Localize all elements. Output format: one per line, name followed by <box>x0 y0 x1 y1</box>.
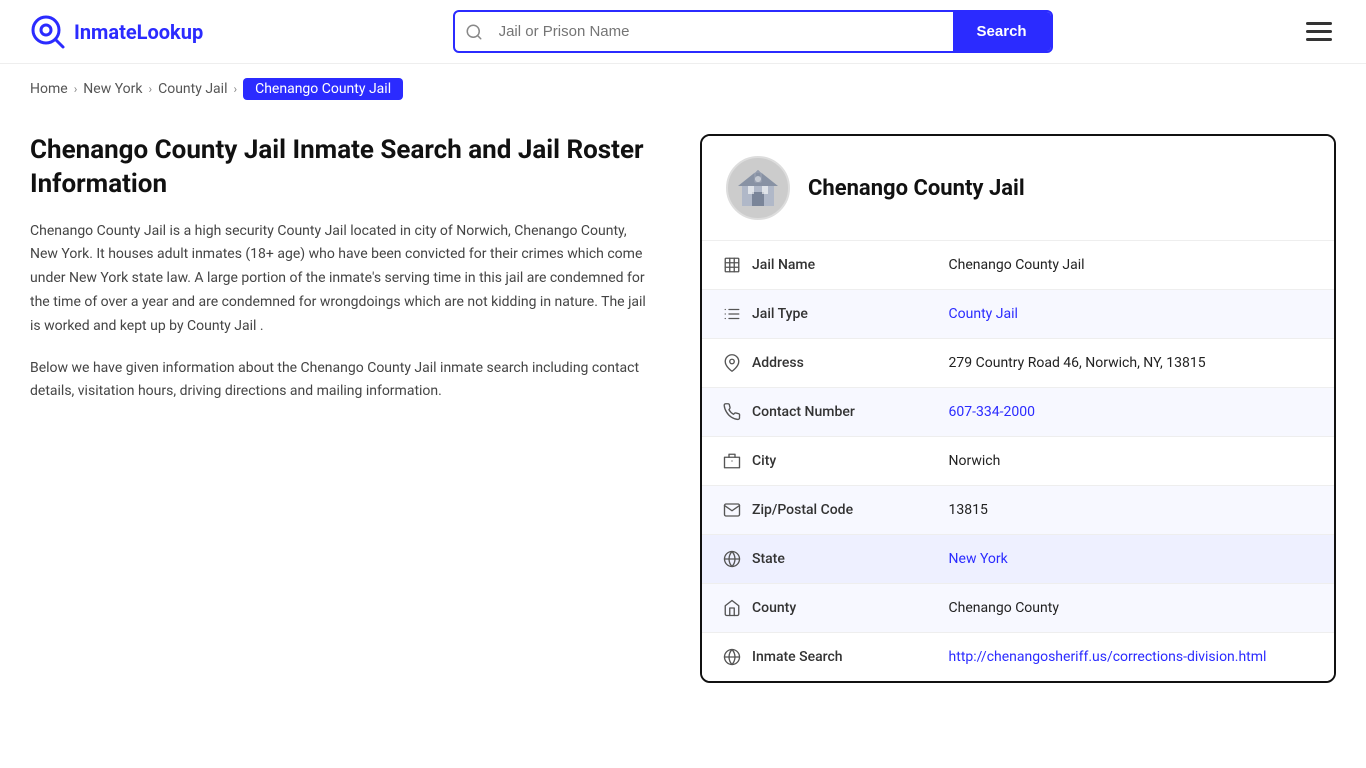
breadcrumb-chevron: › <box>233 82 237 96</box>
main-content: Chenango County Jail Inmate Search and J… <box>0 114 1366 723</box>
list-icon <box>722 304 742 324</box>
info-label-state: State <box>702 535 902 583</box>
info-label-text: Inmate Search <box>752 649 843 665</box>
site-name: InmateLookup <box>74 20 203 44</box>
info-label-county: County <box>702 584 902 632</box>
info-value-zip/postal-code: 13815 <box>929 486 1334 535</box>
info-label-jail-name: Jail Name <box>702 241 902 289</box>
breadcrumb: Home › New York › County Jail › Chenango… <box>0 64 1366 114</box>
info-value-inmate-search: http://chenangosheriff.us/corrections-di… <box>929 633 1334 682</box>
page-title: Chenango County Jail Inmate Search and J… <box>30 134 650 202</box>
jail-thumbnail <box>726 156 790 220</box>
info-value-contact-number: 607-334-2000 <box>929 388 1334 437</box>
info-label-contact-number: Contact Number <box>702 388 902 436</box>
info-label-jail-type: Jail Type <box>702 290 902 338</box>
mail-icon <box>722 500 742 520</box>
logo-icon <box>30 14 66 50</box>
search-input[interactable] <box>493 13 953 50</box>
phone-icon <box>722 402 742 422</box>
search-bar: Search <box>453 10 1053 53</box>
hamburger-menu[interactable] <box>1302 18 1336 45</box>
logo[interactable]: InmateLookup <box>30 14 203 50</box>
info-value-city: Norwich <box>929 437 1334 486</box>
search-globe-icon <box>722 647 742 667</box>
info-label-text: Jail Type <box>752 306 808 322</box>
page-description-2: Below we have given information about th… <box>30 357 650 405</box>
info-label-text: County <box>752 600 796 616</box>
info-label-inmate-search: Inmate Search <box>702 633 902 681</box>
hamburger-line <box>1306 22 1332 25</box>
breadcrumb-state[interactable]: New York <box>83 81 142 97</box>
info-label-text: Contact Number <box>752 404 855 420</box>
hamburger-line <box>1306 38 1332 41</box>
search-icon <box>455 23 493 41</box>
breadcrumb-home[interactable]: Home <box>30 81 68 97</box>
globe-icon <box>722 549 742 569</box>
info-label-address: Address <box>702 339 902 387</box>
search-button[interactable]: Search <box>953 12 1051 51</box>
building-icon <box>722 255 742 275</box>
info-label-city: City <box>702 437 902 485</box>
city-icon <box>722 451 742 471</box>
info-value-address: 279 Country Road 46, Norwich, NY, 13815 <box>929 339 1334 388</box>
info-label-text: Address <box>752 355 804 371</box>
info-label-text: Jail Name <box>752 257 815 273</box>
info-label-zip/postal-code: Zip/Postal Code <box>702 486 902 534</box>
breadcrumb-current: Chenango County Jail <box>243 78 403 100</box>
site-header: InmateLookup Search <box>0 0 1366 64</box>
info-card: Chenango County Jail Jail Name Chenango C… <box>700 134 1336 683</box>
breadcrumb-chevron: › <box>149 82 153 96</box>
info-label-text: City <box>752 453 776 469</box>
hamburger-line <box>1306 30 1332 33</box>
page-description: Chenango County Jail is a high security … <box>30 220 650 339</box>
info-value-state: New York <box>929 535 1334 584</box>
jail-building-icon <box>734 164 782 212</box>
info-value-jail-type: County Jail <box>929 290 1334 339</box>
left-column: Chenango County Jail Inmate Search and J… <box>30 134 670 404</box>
info-label-text: Zip/Postal Code <box>752 502 853 518</box>
info-table: Jail Name Chenango County Jail Jail Type Co… <box>702 241 1334 681</box>
info-value-county: Chenango County <box>929 584 1334 633</box>
pin-icon <box>722 353 742 373</box>
breadcrumb-chevron: › <box>74 82 78 96</box>
info-value-jail-name: Chenango County Jail <box>929 241 1334 290</box>
card-jail-name: Chenango County Jail <box>808 176 1025 201</box>
card-header: Chenango County Jail <box>702 136 1334 241</box>
county-icon <box>722 598 742 618</box>
breadcrumb-category[interactable]: County Jail <box>158 81 227 97</box>
info-label-text: State <box>752 551 785 567</box>
